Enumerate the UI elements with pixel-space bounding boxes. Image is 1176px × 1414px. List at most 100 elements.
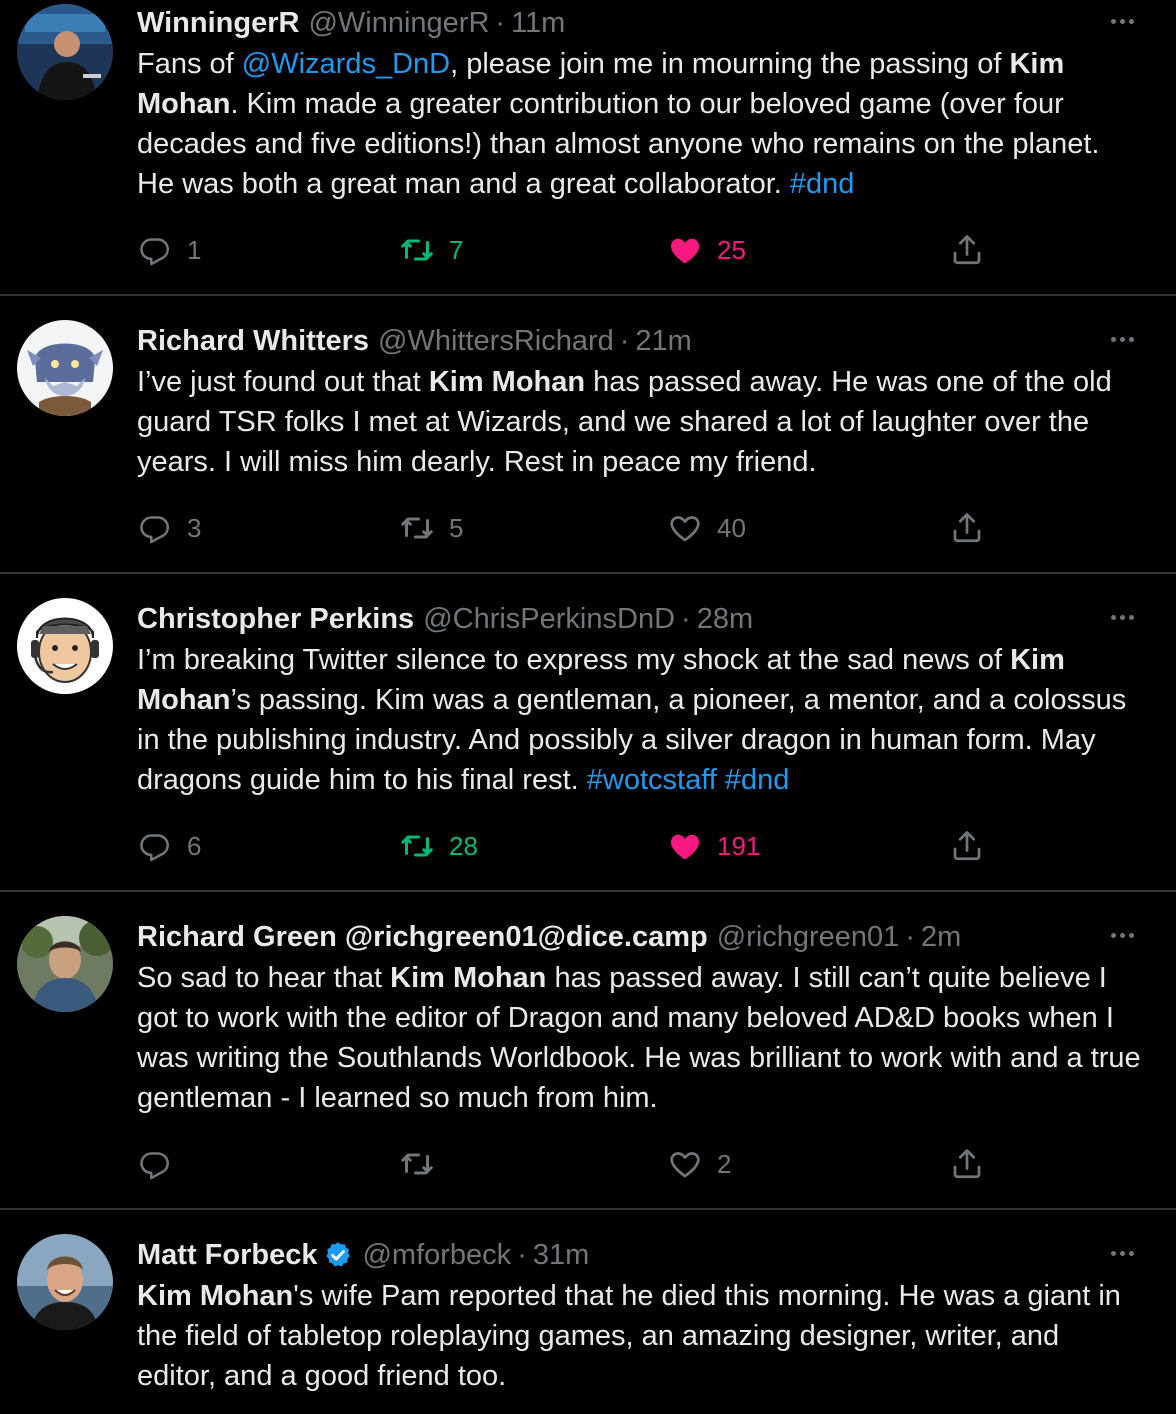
tweet-actions: 2 [137, 1142, 1142, 1186]
reply-icon [140, 238, 170, 266]
share-icon [953, 1149, 981, 1179]
more-options-button[interactable] [1102, 6, 1142, 36]
header-separator: · [681, 602, 691, 635]
tweet-text: I’ve just found out that Kim Mohan has p… [137, 362, 1142, 482]
retweet-icon [401, 1153, 433, 1175]
hashtag-link[interactable]: #dnd [725, 764, 790, 796]
tweet[interactable]: Richard Whitters @WhittersRichard · 21m … [0, 296, 1176, 574]
author-name[interactable]: Richard Green @richgreen01@dice.camp [137, 921, 708, 954]
retweet-button[interactable]: 28 [399, 824, 478, 868]
tweet-header: WinningerR @WinningerR · 11m [137, 0, 1142, 46]
tweet[interactable]: Matt Forbeck @mforbeck · 31m Kim Mohan's… [0, 1210, 1176, 1414]
text-segment: I’ve just found out that [137, 366, 429, 398]
tweet[interactable]: Christopher Perkins @ChrisPerkinsDnD · 2… [0, 574, 1176, 892]
author-handle[interactable]: @WhittersRichard [378, 325, 614, 358]
tweet-text: Kim Mohan's wife Pam reported that he di… [137, 1276, 1142, 1396]
text-segment: . Kim made a greater contribution to our… [137, 88, 1100, 200]
header-separator: · [517, 1238, 527, 1271]
author-name[interactable]: Christopher Perkins [137, 603, 414, 636]
more-options-button[interactable] [1102, 602, 1142, 632]
timeline: WinningerR @WinningerR · 11m Fans of @Wi… [0, 0, 1176, 1414]
tweet-actions: 1 7 25 [137, 228, 1142, 272]
author-name[interactable]: Richard Whitters [137, 325, 369, 358]
author-handle[interactable]: @ChrisPerkinsDnD [423, 603, 675, 636]
more-options-button[interactable] [1102, 920, 1142, 950]
share-icon [953, 831, 981, 861]
user-photo-avatar-icon [17, 4, 113, 100]
retweet-count: 5 [449, 512, 464, 543]
heart-outline-icon [670, 1152, 700, 1178]
tweet-actions: 6 28 191 [137, 824, 1142, 868]
author-handle[interactable]: @richgreen01 [717, 921, 900, 954]
text-segment: So sad to hear that [137, 962, 391, 994]
text-segment [717, 764, 725, 796]
reply-icon [140, 1152, 170, 1180]
bold-text: Kim Mohan [390, 962, 547, 994]
like-button[interactable]: 191 [667, 824, 760, 868]
author-handle[interactable]: @WinningerR [308, 7, 489, 40]
tweet-body: WinningerR @WinningerR · 11m Fans of @Wi… [137, 0, 1142, 266]
tweet-time[interactable]: 21m [635, 325, 691, 358]
avatar[interactable] [17, 1234, 113, 1330]
like-count: 25 [717, 234, 746, 265]
header-separator: · [905, 920, 915, 953]
tweet[interactable]: WinningerR @WinningerR · 11m Fans of @Wi… [0, 0, 1176, 296]
tweet-text: I’m breaking Twitter silence to express … [137, 640, 1142, 800]
mention-link[interactable]: @Wizards_DnD [242, 48, 450, 80]
share-icon [953, 235, 981, 265]
reply-button[interactable]: 3 [137, 506, 201, 550]
author-handle[interactable]: @mforbeck [362, 1239, 511, 1272]
like-count: 191 [717, 830, 761, 861]
tweet-header: Richard Green @richgreen01@dice.camp @ri… [137, 914, 1142, 960]
hashtag-link[interactable]: #dnd [790, 168, 855, 200]
reply-button[interactable] [137, 1142, 187, 1186]
tweet-header: Richard Whitters @WhittersRichard · 21m [137, 318, 1142, 364]
tweet-body: Matt Forbeck @mforbeck · 31m Kim Mohan's… [137, 1232, 1142, 1396]
tweet-body: Richard Whitters @WhittersRichard · 21m … [137, 318, 1142, 544]
text-segment: I’m breaking Twitter silence to express … [137, 644, 1011, 676]
more-options-button[interactable] [1102, 1238, 1142, 1268]
like-button[interactable]: 2 [667, 1142, 731, 1186]
retweet-icon [401, 239, 433, 261]
like-count: 2 [717, 1148, 732, 1179]
like-button[interactable]: 40 [667, 506, 746, 550]
avatar[interactable] [17, 598, 113, 694]
tweet-time[interactable]: 28m [697, 603, 753, 636]
author-name[interactable]: Matt Forbeck [137, 1239, 317, 1272]
like-count: 40 [717, 512, 746, 543]
tweet[interactable]: Richard Green @richgreen01@dice.camp @ri… [0, 892, 1176, 1210]
reply-icon [140, 516, 170, 544]
text-segment: Fans of [137, 48, 242, 80]
hashtag-link[interactable]: #wotcstaff [587, 764, 717, 796]
share-icon [953, 513, 981, 543]
tweet-text: Fans of @Wizards_DnD, please join me in … [137, 44, 1142, 204]
tweet-text: So sad to hear that Kim Mohan has passed… [137, 958, 1142, 1118]
retweet-icon [401, 835, 433, 857]
tweet-time[interactable]: 11m [511, 7, 565, 40]
retweet-button[interactable]: 7 [399, 228, 463, 272]
share-button[interactable] [949, 824, 985, 868]
author-name[interactable]: WinningerR [137, 7, 299, 40]
share-button[interactable] [949, 228, 985, 272]
like-button[interactable]: 25 [667, 228, 746, 272]
avatar[interactable] [17, 4, 113, 100]
share-button[interactable] [949, 1142, 985, 1186]
share-button[interactable] [949, 506, 985, 550]
tweet-time[interactable]: 31m [533, 1239, 589, 1272]
heart-filled-icon [670, 834, 700, 860]
avatar[interactable] [17, 320, 113, 416]
header-separator: · [619, 324, 630, 357]
retweet-count: 28 [449, 830, 478, 861]
avatar[interactable] [17, 916, 113, 1012]
retweet-count: 7 [449, 234, 464, 265]
cartoon-headset-avatar-icon [17, 598, 113, 694]
reply-button[interactable]: 6 [137, 824, 201, 868]
heart-outline-icon [670, 516, 700, 542]
more-options-button[interactable] [1102, 324, 1142, 354]
reply-button[interactable]: 1 [137, 228, 201, 272]
retweet-button[interactable]: 5 [399, 506, 463, 550]
heart-filled-icon [670, 238, 700, 264]
tweet-time[interactable]: 2m [921, 921, 961, 954]
retweet-button[interactable] [399, 1142, 449, 1186]
tweet-actions: 3 5 40 [137, 506, 1142, 550]
